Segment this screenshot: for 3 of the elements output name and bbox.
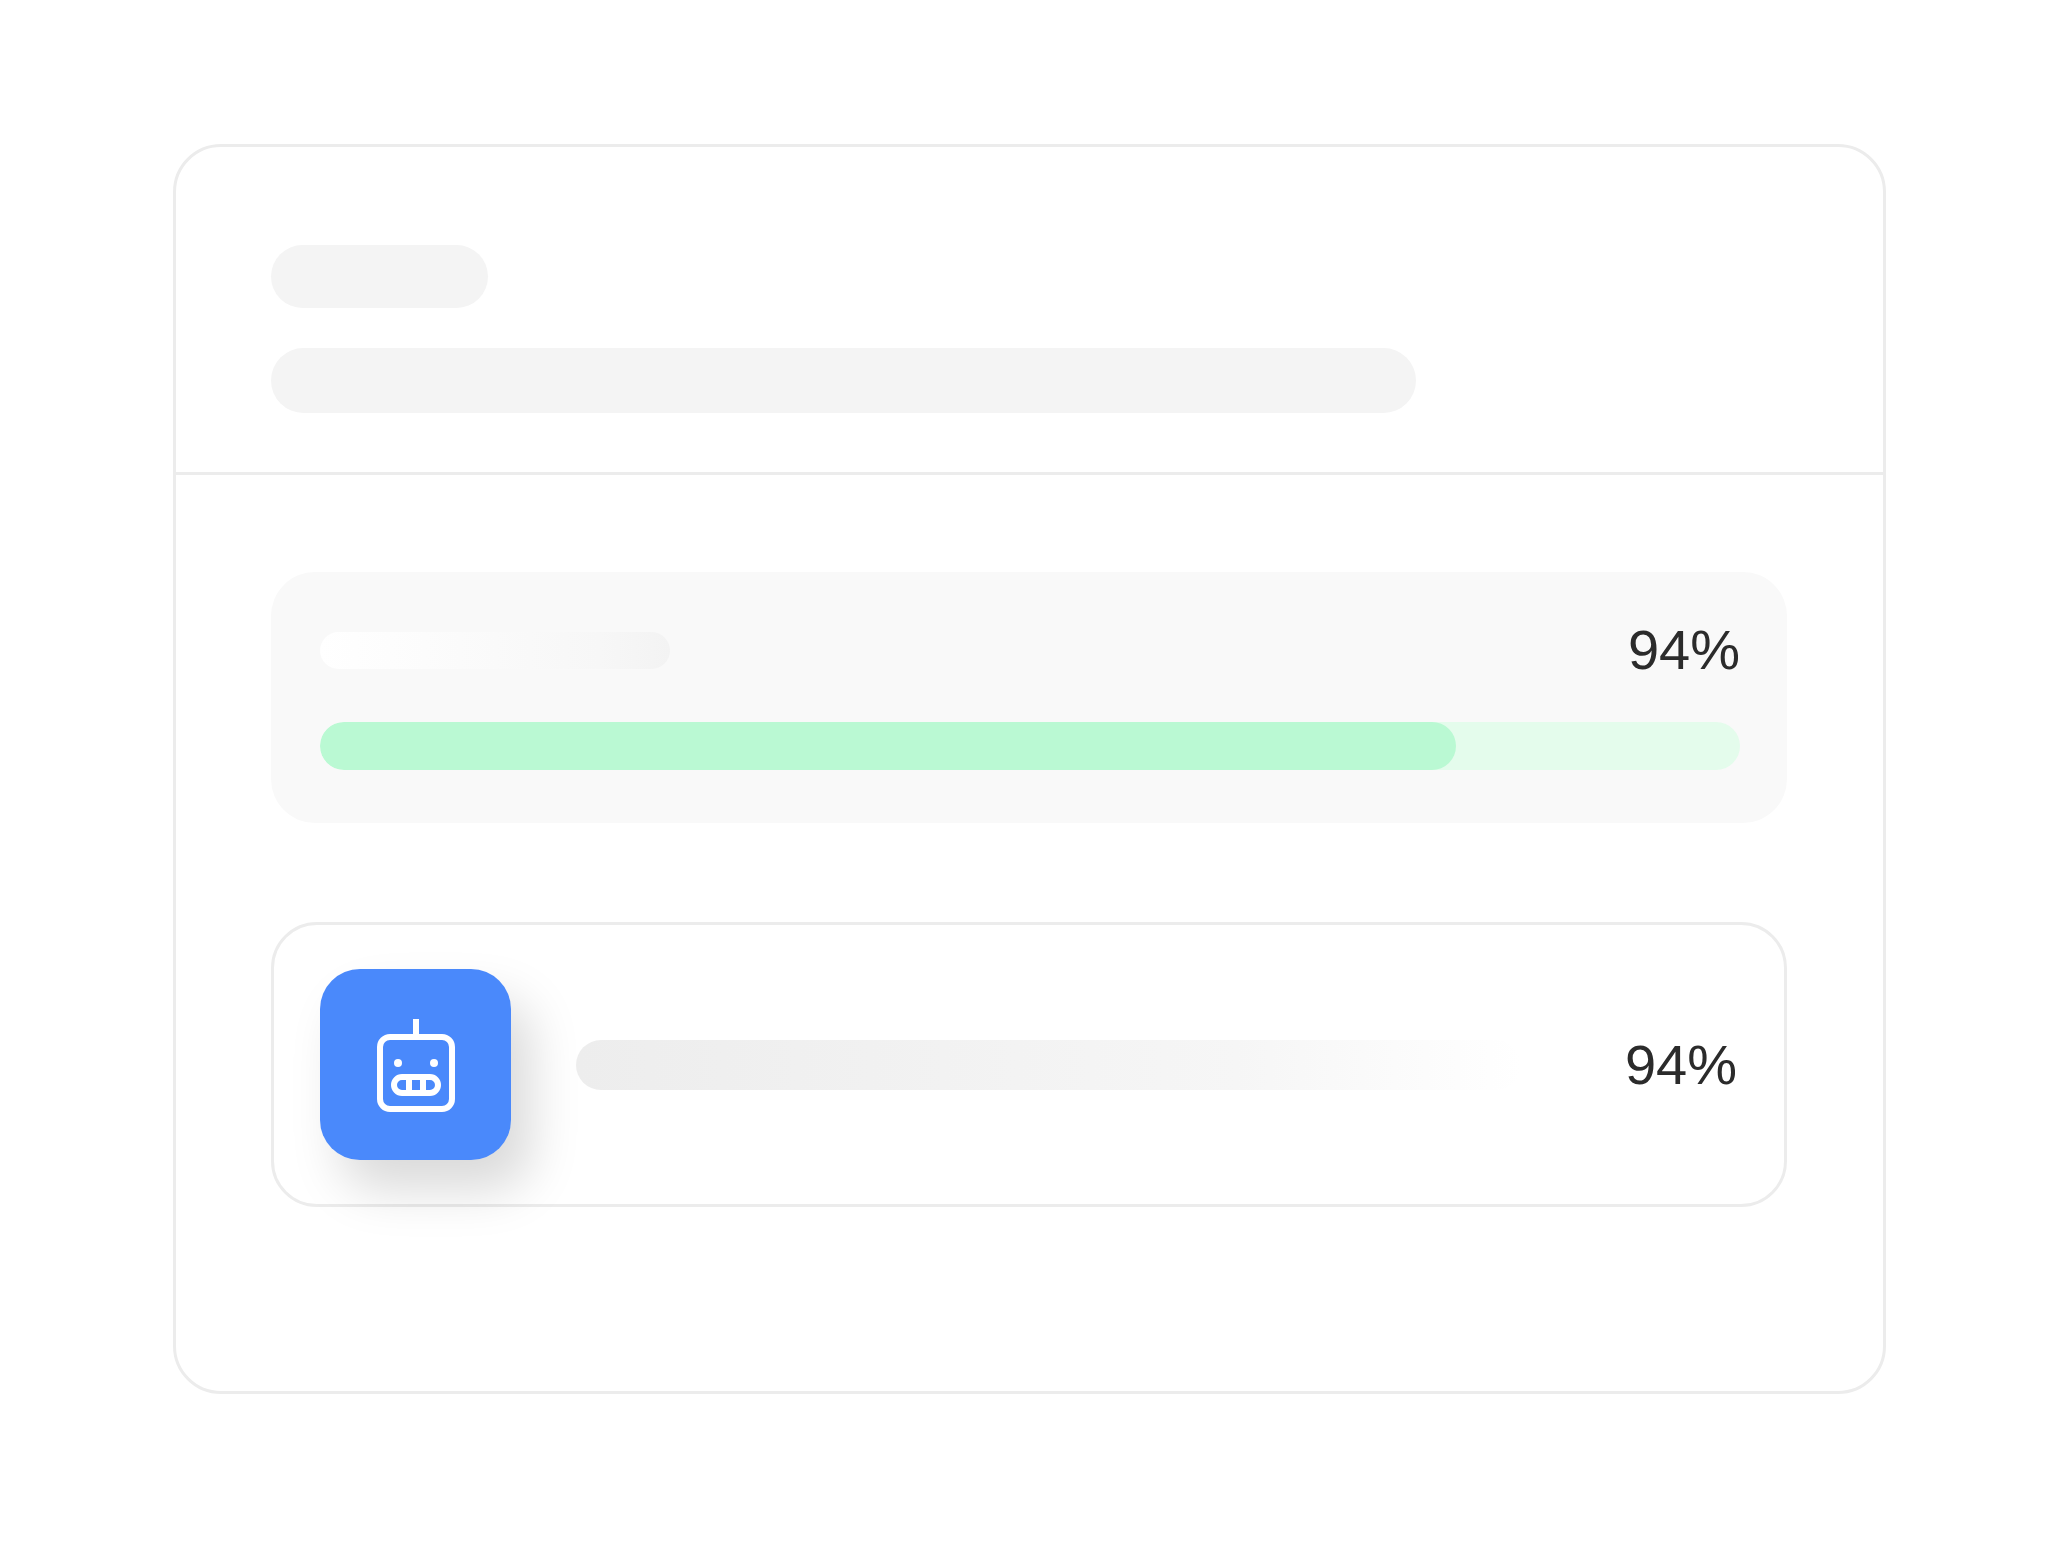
- percent-text: 94%: [1624, 1036, 1737, 1093]
- robot-icon: [320, 969, 511, 1160]
- percent-text: 94%: [1627, 622, 1740, 678]
